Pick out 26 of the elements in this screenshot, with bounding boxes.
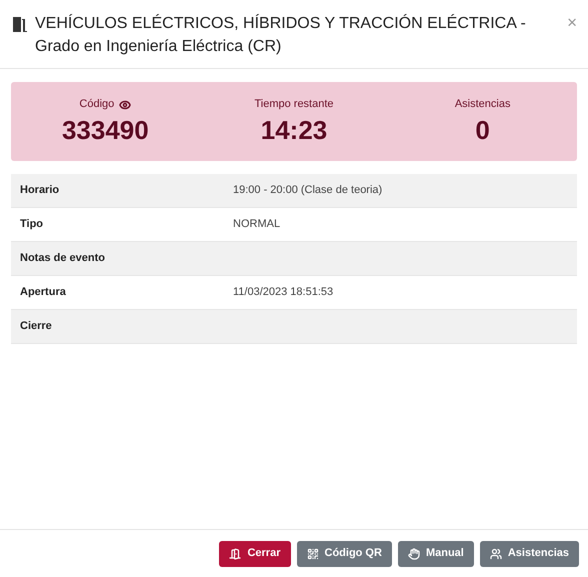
action-button[interactable]: Cerrar <box>219 540 290 566</box>
detail-label: Apertura <box>19 285 67 300</box>
detail-label: Notas de evento <box>19 251 106 266</box>
qr-code-icon <box>306 548 318 560</box>
action-button[interactable]: Asistencias <box>480 540 579 566</box>
detail-value: 11/03/2023 18:51:53 <box>233 285 334 300</box>
people-icon <box>490 548 502 560</box>
detail-value: 19:00 - 20:00 (Clase de teoria) <box>233 183 382 198</box>
stat-label: Tiempo restante <box>254 97 334 112</box>
stat-value: 333490 <box>62 114 149 147</box>
action-button[interactable]: Código QR <box>296 540 392 566</box>
detail-label: Tipo <box>19 217 44 232</box>
dialog-title: VEHÍCULOS ELÉCTRICOS, HÍBRIDOS Y TRACCIÓN ELÉCTRICA - Grado en Ingeniería Eléctrica (CR) <box>35 13 527 57</box>
action-button[interactable]: Manual <box>398 540 474 566</box>
close-button[interactable]: × <box>567 14 577 31</box>
stat-value: 14:23 <box>260 114 328 147</box>
stat-label: Código <box>79 97 114 112</box>
door-icon <box>229 548 242 560</box>
hand-icon <box>408 548 420 560</box>
stat-value: 0 <box>475 114 490 147</box>
eye-icon[interactable] <box>119 98 132 110</box>
door-icon <box>11 15 29 33</box>
detail-label: Cierre <box>19 319 53 334</box>
detail-label: Horario <box>19 183 60 198</box>
detail-value: NORMAL <box>233 217 280 232</box>
stat-label: Asistencias <box>454 97 510 112</box>
